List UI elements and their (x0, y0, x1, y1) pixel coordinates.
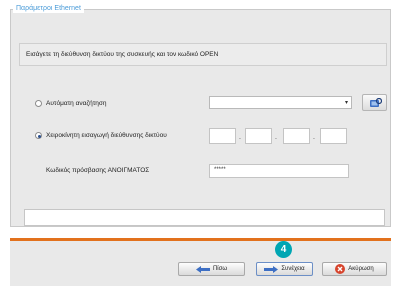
manual-ip-label: Χειροκίνητη εισαγωγή διεύθυνσης δικτύου (46, 132, 167, 139)
description-box: Εισάγετε τη διεύθυνση δικτύου της συσκευ… (19, 43, 387, 66)
password-label: Κωδικός πρόσβασης ΑΝΟΙΓΜΑΤΟΣ (46, 167, 150, 174)
cancel-button[interactable]: Ακύρωση (322, 262, 387, 276)
ip-octet-2-input[interactable] (245, 128, 272, 144)
back-button-label: Πίσω (212, 266, 228, 272)
arrow-right-icon (264, 265, 279, 273)
wizard-window: Παράμετροι Ethernet Εισάγετε τη διεύθυνσ… (0, 0, 393, 291)
next-button-label: Συνέχεια (281, 266, 305, 272)
search-device-button[interactable] (362, 94, 387, 111)
group-title: Παράμετροι Ethernet (13, 4, 84, 13)
ip-octet-4-input[interactable] (320, 128, 347, 144)
ip-dot-separator: . (275, 134, 277, 141)
ip-dot-separator: . (313, 134, 315, 141)
auto-search-radio[interactable] (35, 100, 42, 107)
back-button[interactable]: Πίσω (178, 262, 245, 276)
step-badge: 4 (275, 241, 292, 258)
ip-octet-1-input[interactable] (209, 128, 236, 144)
chevron-down-icon: ▾ (344, 100, 348, 106)
device-select[interactable]: ▾ (209, 96, 352, 109)
cancel-button-label: Ακύρωση (348, 266, 374, 272)
ethernet-parameters-group (10, 9, 391, 227)
description-text: Εισάγετε τη διεύθυνση δικτύου της συσκευ… (26, 51, 219, 58)
arrow-left-icon (195, 265, 210, 273)
cancel-icon (335, 264, 346, 274)
search-device-icon (370, 98, 382, 107)
auto-search-label: Αυτόματη αναζήτηση (46, 100, 107, 107)
manual-ip-radio[interactable] (35, 132, 42, 139)
ip-octet-3-input[interactable] (283, 128, 310, 144)
next-button[interactable]: Συνέχεια (256, 262, 313, 276)
password-field[interactable]: ***** (209, 164, 349, 178)
status-box (24, 209, 385, 226)
ip-dot-separator: . (239, 134, 241, 141)
